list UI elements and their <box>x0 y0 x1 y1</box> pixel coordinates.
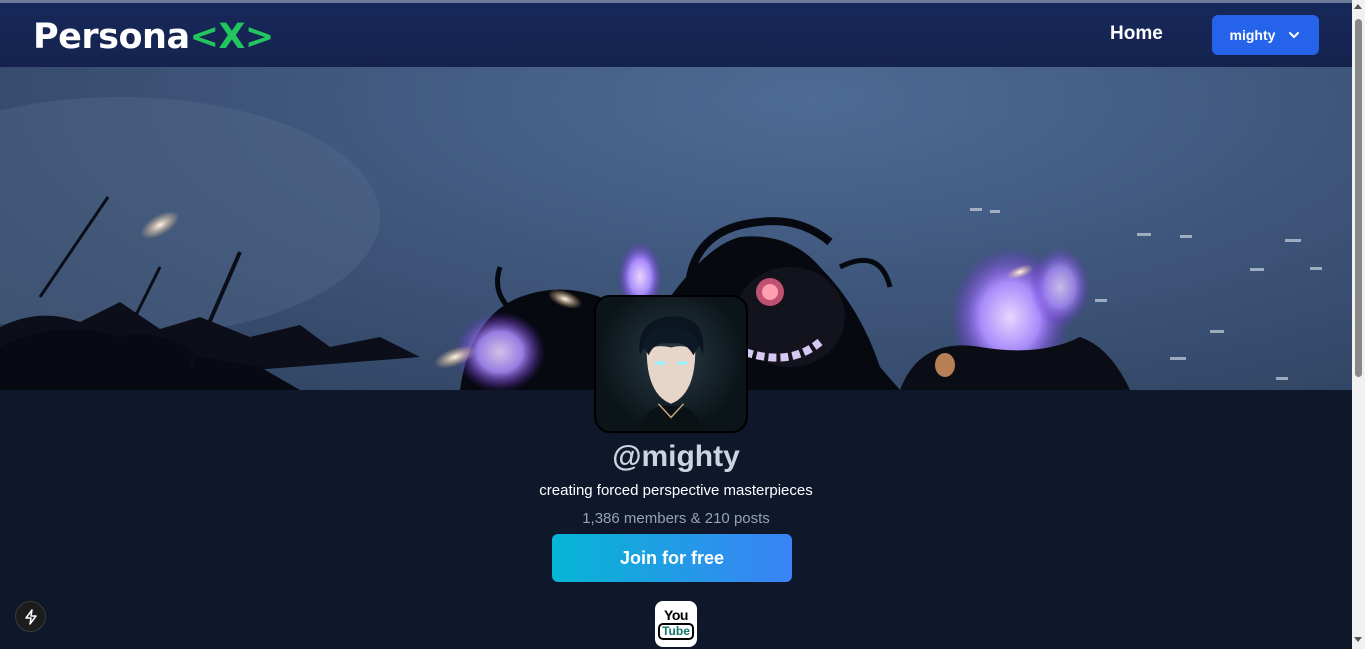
youtube-icon-bottom: Tube <box>658 623 694 640</box>
scroll-down-arrow-icon[interactable] <box>1354 637 1362 642</box>
navbar: Persona<X> Home mighty <box>0 3 1352 67</box>
brand-accent: <X> <box>189 17 275 57</box>
user-menu-label: mighty <box>1229 27 1276 43</box>
lightning-bolt-icon[interactable] <box>15 601 46 632</box>
avatar-portrait <box>639 316 704 431</box>
profile-bio: creating forced perspective masterpieces <box>539 482 813 499</box>
chevron-down-icon <box>1289 32 1300 38</box>
lightning-bolt-glyph <box>24 608 37 625</box>
page-scrollbar[interactable] <box>1352 0 1365 649</box>
brand-logo[interactable]: Persona<X> <box>33 17 274 57</box>
youtube-icon[interactable]: You Tube <box>655 601 697 647</box>
join-button[interactable]: Join for free <box>552 534 792 582</box>
nav-home-link[interactable]: Home <box>1110 23 1163 45</box>
scroll-up-arrow-icon[interactable] <box>1354 4 1362 9</box>
youtube-icon-top: You <box>664 607 688 623</box>
profile-handle: @mighty <box>612 440 740 473</box>
user-menu-button[interactable]: mighty <box>1212 15 1319 55</box>
profile-stats: 1,386 members & 210 posts <box>582 510 770 527</box>
profile-avatar <box>594 295 748 433</box>
scroll-thumb[interactable] <box>1355 19 1362 377</box>
brand-name: Persona <box>33 17 190 57</box>
